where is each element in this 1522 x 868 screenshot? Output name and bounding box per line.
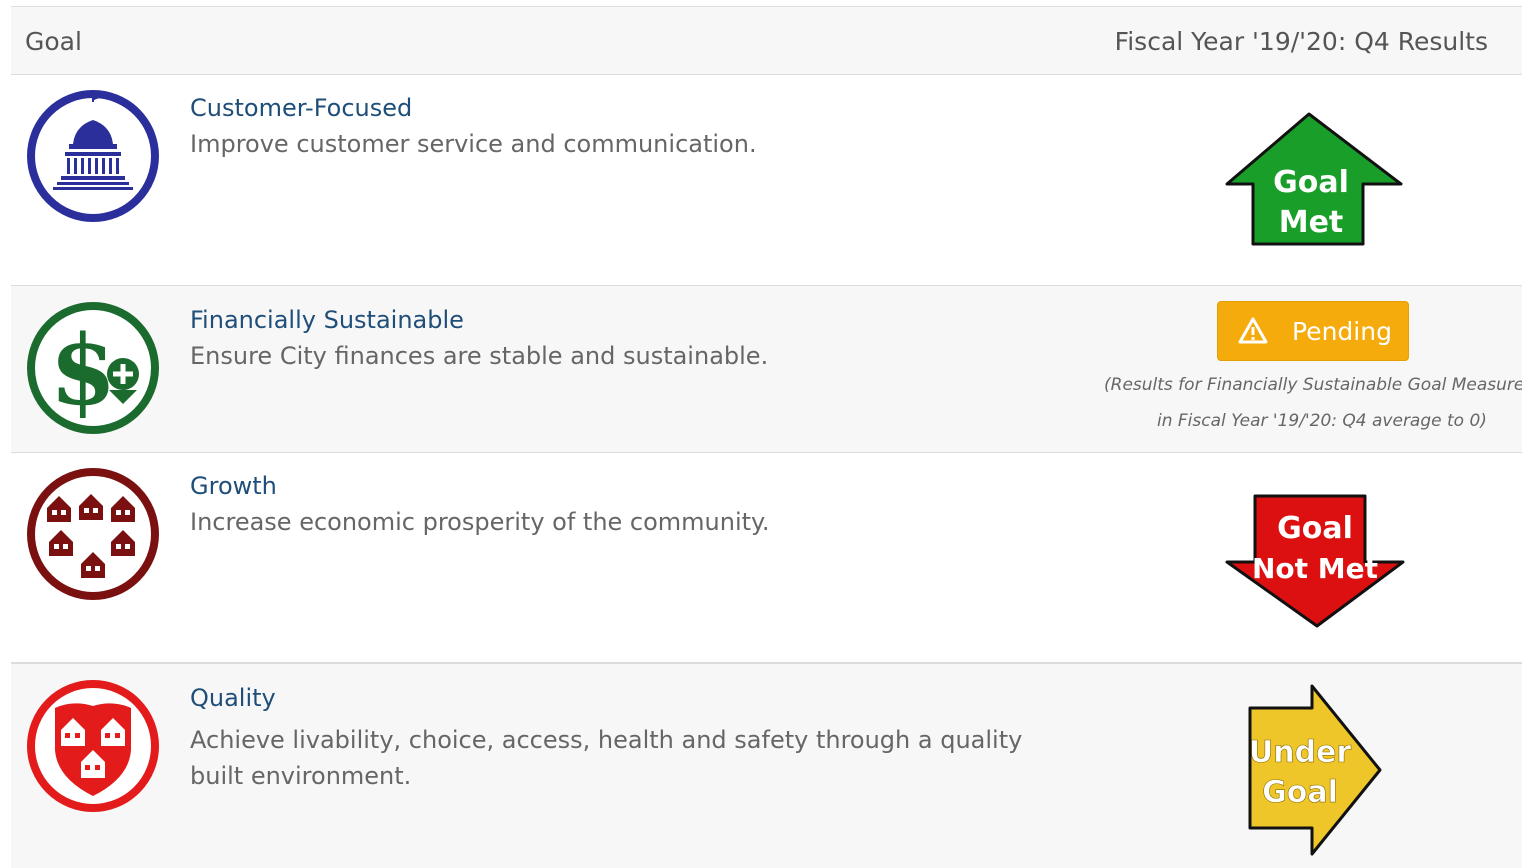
- goal-row-financially-sustainable: $ Financially Sustainable Ensure City fi…: [11, 285, 1522, 453]
- under-goal-line1: Under: [1249, 735, 1352, 770]
- pending-note-line2: in Fiscal Year '19/'20: Q4 average to 0): [1157, 411, 1487, 431]
- goal-met-up-arrow-icon: Goal Met: [1225, 112, 1403, 246]
- houses-icon: [27, 468, 159, 600]
- goal-description: Improve customer service and communicati…: [190, 130, 757, 158]
- shield-houses-icon: [27, 680, 159, 812]
- goal-not-met-line2: Not Met: [1252, 552, 1378, 585]
- dollar-sign-icon: $: [27, 302, 159, 434]
- pending-button[interactable]: Pending: [1217, 301, 1409, 361]
- goal-title-quality[interactable]: Quality: [190, 684, 276, 712]
- table-header: Goal Fiscal Year '19/'20: Q4 Results: [11, 6, 1522, 75]
- goal-met-line1: Goal: [1273, 165, 1349, 200]
- goal-description: Achieve livability, choice, access, heal…: [190, 726, 1023, 790]
- pending-note-line1: (Results for Financially Sustainable Goa…: [1104, 375, 1522, 395]
- goal-row-customer-focused: Customer-Focused Improve customer servic…: [11, 74, 1522, 286]
- goal-description: Increase economic prosperity of the comm…: [190, 508, 770, 536]
- goal-not-met-down-arrow-icon: Goal Not Met: [1225, 494, 1405, 628]
- goal-row-growth: Growth Increase economic prosperity of t…: [11, 452, 1522, 663]
- goal-description: Ensure City finances are stable and sust…: [190, 342, 769, 370]
- goal-not-met-line1: Goal: [1277, 511, 1353, 546]
- goal-met-line2: Met: [1279, 205, 1344, 240]
- warning-icon: [1238, 317, 1268, 344]
- results-column-header: Fiscal Year '19/'20: Q4 Results: [1114, 27, 1488, 56]
- goal-row-quality: Quality Achieve livability, choice, acce…: [11, 663, 1522, 868]
- under-goal-line2: Goal: [1262, 775, 1338, 810]
- goal-title-customer-focused[interactable]: Customer-Focused: [190, 94, 412, 122]
- under-goal-right-arrow-icon: Under Goal: [1248, 684, 1382, 856]
- svg-text:$: $: [50, 314, 117, 427]
- pending-label: Pending: [1292, 317, 1392, 346]
- goal-column-header: Goal: [25, 27, 82, 56]
- capitol-building-icon: [27, 90, 159, 222]
- goal-title-financially-sustainable[interactable]: Financially Sustainable: [190, 306, 464, 334]
- goal-title-growth[interactable]: Growth: [190, 472, 277, 500]
